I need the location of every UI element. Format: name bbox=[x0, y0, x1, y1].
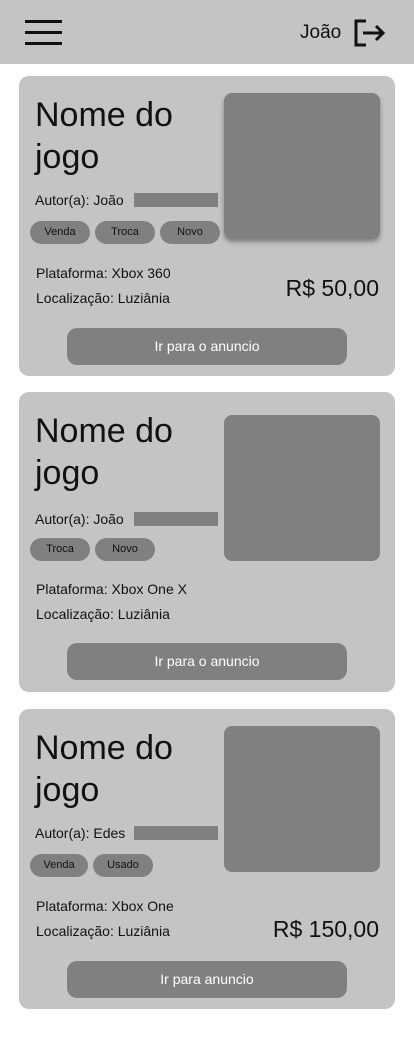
game-title: Nome do jogo bbox=[35, 96, 173, 176]
game-info: Plataforma: Xbox 360 Localização: Luziân… bbox=[36, 261, 171, 311]
price-label: R$ 150,00 bbox=[272, 916, 379, 942]
author-placeholder-bar bbox=[134, 193, 218, 207]
game-card: Nome do jogo Autor(a): João Venda Troca … bbox=[19, 76, 395, 376]
platform-label: Plataforma: Xbox One bbox=[36, 898, 174, 914]
open-listing-button[interactable]: Ir para o anuncio bbox=[67, 328, 347, 365]
tag-list: Venda Troca Novo bbox=[30, 221, 220, 244]
open-listing-button[interactable]: Ir para anuncio bbox=[67, 961, 347, 998]
author-label: Autor(a): Edes bbox=[35, 825, 126, 841]
open-listing-button[interactable]: Ir para o anuncio bbox=[67, 643, 347, 680]
game-image bbox=[224, 93, 380, 239]
game-card: Nome do jogo Autor(a): João Troca Novo P… bbox=[19, 392, 395, 692]
platform-label: Plataforma: Xbox One X bbox=[36, 581, 187, 597]
tag-badge: Usado bbox=[93, 854, 153, 877]
game-info: Plataforma: Xbox One X Localização: Luzi… bbox=[36, 577, 187, 627]
tag-badge: Venda bbox=[30, 854, 88, 877]
price-label: R$ 50,00 bbox=[285, 275, 379, 301]
game-title: Nome do jogo bbox=[35, 729, 173, 809]
top-bar: João bbox=[0, 0, 414, 64]
tag-badge: Venda bbox=[30, 221, 90, 244]
location-label: Localização: Luziânia bbox=[36, 606, 170, 622]
tag-list: Troca Novo bbox=[30, 538, 155, 561]
author-placeholder-bar bbox=[134, 512, 218, 526]
game-title: Nome do jogo bbox=[35, 412, 173, 492]
logout-icon[interactable] bbox=[352, 18, 386, 48]
location-label: Localização: Luziânia bbox=[36, 290, 170, 306]
tag-badge: Novo bbox=[160, 221, 220, 244]
tag-badge: Novo bbox=[95, 538, 155, 561]
game-image bbox=[224, 726, 380, 872]
tag-list: Venda Usado bbox=[30, 854, 153, 877]
author-placeholder-bar bbox=[134, 826, 218, 840]
hamburger-menu-icon[interactable] bbox=[25, 20, 62, 46]
game-image bbox=[224, 415, 380, 561]
platform-label: Plataforma: Xbox 360 bbox=[36, 265, 171, 281]
tag-badge: Troca bbox=[30, 538, 90, 561]
location-label: Localização: Luziânia bbox=[36, 923, 170, 939]
author-label: Autor(a): João bbox=[35, 192, 124, 208]
tag-badge: Troca bbox=[95, 221, 155, 244]
game-info: Plataforma: Xbox One Localização: Luziân… bbox=[36, 894, 174, 944]
username-label: João bbox=[300, 22, 342, 43]
game-card: Nome do jogo Autor(a): Edes Venda Usado … bbox=[19, 709, 395, 1009]
author-label: Autor(a): João bbox=[35, 511, 124, 527]
